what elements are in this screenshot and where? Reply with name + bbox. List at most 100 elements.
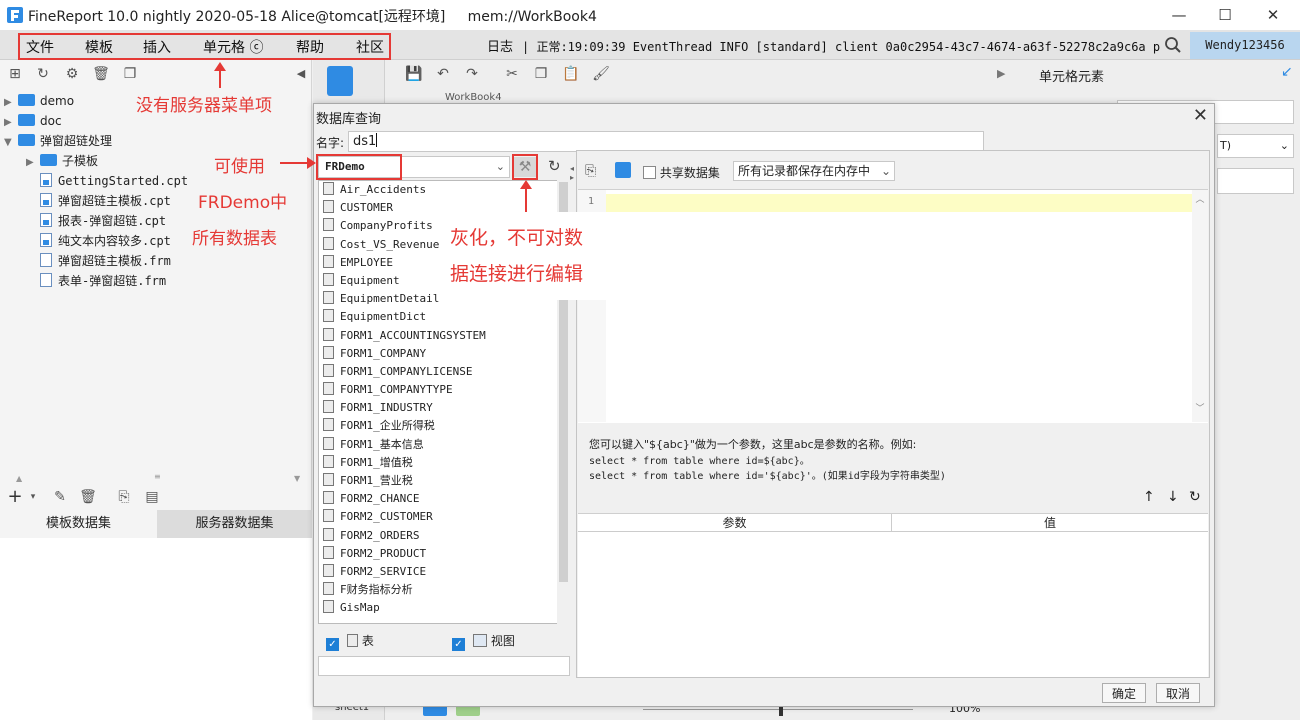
template-panel: ⊞ ↻ ⚙ 🗑 ❐ ◀ ▶ demo ▶ doc ▼ 弹窗超链处理 ▶ 子模板 GettingS…: [0, 60, 312, 720]
table-icon: [323, 436, 334, 450]
cut-icon[interactable]: ✂: [503, 65, 521, 83]
table-list-item[interactable]: FORM1_COMPANYLICENSE: [319, 363, 569, 381]
paste-icon[interactable]: 📋: [562, 65, 580, 83]
preview-query-icon[interactable]: ⎘: [585, 163, 596, 179]
expand-arrow-icon[interactable]: ▶: [4, 113, 18, 133]
expand-arrow-icon[interactable]: ▼: [4, 133, 18, 153]
table-list-item[interactable]: FORM2_CUSTOMER: [319, 508, 569, 526]
dataset-component-icon[interactable]: [327, 66, 353, 96]
finereport-logo-icon: [7, 7, 23, 23]
share-dataset-checkbox[interactable]: 共享数据集: [643, 164, 720, 181]
table-icon: [323, 345, 334, 359]
table-list-item[interactable]: GisMap: [319, 599, 569, 617]
dialog-close-button[interactable]: ✕: [1193, 105, 1208, 126]
table-list-item[interactable]: FORM2_PRODUCT: [319, 545, 569, 563]
cache-mode-select[interactable]: 所有记录都保存在内存中 ⌄: [733, 161, 895, 181]
table-list-item[interactable]: FORM2_ORDERS: [319, 527, 569, 545]
folder-icon: [18, 114, 35, 126]
add-dataset-icon[interactable]: +: [6, 488, 24, 506]
expand-arrow-icon[interactable]: ▶: [26, 153, 40, 173]
move-down-icon[interactable]: ↓: [1167, 489, 1179, 505]
table-name: FORM2_SERVICE: [340, 564, 427, 578]
close-window-button[interactable]: ✕: [1250, 4, 1296, 26]
right-panel-header: ▶ 单元格元素 ↙: [985, 60, 1300, 88]
delete-dataset-icon[interactable]: 🗑: [79, 488, 97, 506]
table-list-item[interactable]: F财务指标分析: [319, 581, 569, 599]
user-account[interactable]: Wendy123456: [1190, 32, 1300, 59]
filter-view-checkbox[interactable]: ✓ 视图: [452, 632, 515, 651]
table-search-input[interactable]: [318, 656, 570, 676]
line-number: 1: [588, 196, 595, 207]
annotation-frdemo-2: 所有数据表: [192, 229, 277, 249]
refresh-params-icon[interactable]: ↻: [1189, 489, 1201, 505]
redo-icon[interactable]: ↷: [463, 65, 481, 83]
table-list-item[interactable]: EquipmentDict: [319, 308, 569, 326]
log-line: | 正常:19:09:39 EventThread INFO [standard…: [522, 40, 1162, 54]
dataset-name-input[interactable]: ds1: [348, 131, 984, 152]
collapse-left-icon[interactable]: ◀: [292, 65, 310, 83]
file-icon: [40, 213, 52, 227]
filter-view-label: 视图: [490, 634, 515, 648]
connection-highlight-box: [316, 154, 402, 180]
menu-highlight-box: [18, 33, 391, 60]
cancel-button[interactable]: 取消: [1156, 683, 1200, 703]
search-icon[interactable]: [1164, 36, 1182, 54]
sql-scrollbar[interactable]: ︿ ﹀: [1192, 190, 1208, 422]
format-painter-icon[interactable]: 🖌: [592, 65, 610, 83]
tree-item-label: 弹窗超链主模板.cpt: [58, 194, 171, 208]
cell-extra-field[interactable]: [1217, 168, 1294, 194]
tree-item[interactable]: 弹窗超链主模板.frm: [4, 251, 304, 271]
tree-item[interactable]: ▼ 弹窗超链处理: [4, 131, 304, 151]
tree-item[interactable]: 表单-弹窗超链.frm: [4, 271, 304, 291]
undo-icon[interactable]: ↶: [434, 65, 452, 83]
zoom-slider[interactable]: [643, 709, 913, 710]
preview-icon[interactable]: ⎘: [115, 488, 133, 506]
table-list-item[interactable]: FORM1_INDUSTRY: [319, 399, 569, 417]
expand-arrow-icon[interactable]: ▶: [4, 93, 18, 113]
tree-item-label: doc: [40, 114, 62, 128]
ok-button[interactable]: 确定: [1102, 683, 1146, 703]
tab-server-dataset[interactable]: 服务器数据集: [157, 510, 312, 538]
expand-icon[interactable]: ↙: [1281, 64, 1293, 80]
refresh-tables-icon[interactable]: ↻: [548, 157, 561, 175]
table-icon: [323, 509, 334, 523]
edit-icon[interactable]: ✎: [51, 488, 69, 506]
table-list-item[interactable]: FORM1_企业所得税: [319, 417, 569, 435]
dropdown-icon[interactable]: ▾: [24, 488, 42, 506]
tab-template-dataset[interactable]: 模板数据集: [0, 510, 157, 538]
filter-table-checkbox[interactable]: ✓ 表: [326, 632, 374, 651]
refresh-icon[interactable]: ↻: [34, 65, 52, 83]
copy-cell-icon[interactable]: ❐: [532, 65, 550, 83]
annotation-grayed-1: 灰化，不可对数: [450, 227, 584, 249]
maximize-button[interactable]: ☐: [1202, 4, 1248, 26]
table-list-item[interactable]: FORM1_COMPANY: [319, 345, 569, 363]
minimize-button[interactable]: —: [1156, 4, 1202, 26]
copy-icon[interactable]: ❐: [121, 65, 139, 83]
parameter-icon[interactable]: [615, 162, 631, 178]
sql-editor[interactable]: 1 ︿ ﹀: [578, 189, 1208, 423]
save-icon[interactable]: 💾: [405, 65, 423, 83]
table-list-item[interactable]: FORM1_营业税: [319, 472, 569, 490]
move-up-icon[interactable]: ↑: [1143, 489, 1155, 505]
tree-item-label: 报表-弹窗超链.cpt: [58, 214, 167, 228]
table-list-item[interactable]: FORM1_基本信息: [319, 436, 569, 454]
table-name: FORM2_CUSTOMER: [340, 510, 433, 524]
log-label[interactable]: 日志: [487, 36, 513, 55]
table-list-item[interactable]: FORM1_COMPANYTYPE: [319, 381, 569, 399]
cell-type-select[interactable]: T) ⌄: [1217, 134, 1294, 158]
edit-connection-highlight-box: [512, 154, 538, 180]
splitter[interactable]: ▲ ≡ ▼: [0, 472, 312, 484]
table-list-item[interactable]: FORM2_SERVICE: [319, 563, 569, 581]
hint-line-2: select * from table where id=${abc}。: [589, 456, 810, 467]
table-list-item[interactable]: FORM2_CHANCE: [319, 490, 569, 508]
table-icon: [323, 473, 334, 486]
table-list-item[interactable]: FORM1_ACCOUNTINGSYSTEM: [319, 327, 569, 345]
collapse-right-icon[interactable]: ▶: [997, 67, 1005, 80]
settings-icon[interactable]: ⚙: [63, 65, 81, 83]
new-folder-icon[interactable]: ⊞: [6, 65, 24, 83]
table-name: FORM1_COMPANYLICENSE: [340, 364, 473, 378]
dataset-name-value: ds1: [353, 134, 377, 149]
delete-icon[interactable]: 🗑: [92, 65, 110, 83]
table-list-item[interactable]: FORM1_增值税: [319, 454, 569, 472]
dataset-params-icon[interactable]: ▤: [143, 488, 161, 506]
